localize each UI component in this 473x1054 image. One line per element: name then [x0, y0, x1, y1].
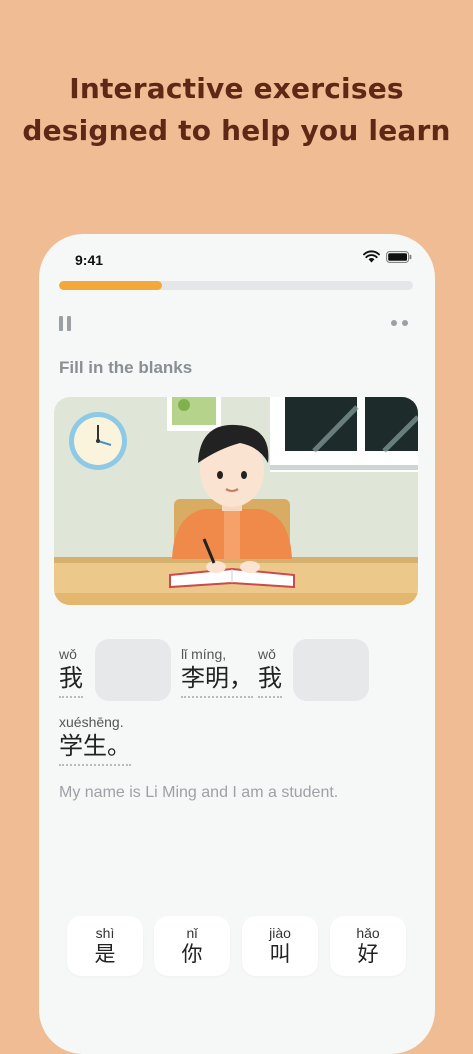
word-pinyin: wǒ	[59, 646, 77, 662]
word-pinyin: lǐ míng,	[181, 646, 227, 662]
choice-hanzi: 好	[357, 942, 379, 966]
choice-tile-hao[interactable]: hǎo 好	[330, 916, 406, 976]
choice-pinyin: shì	[95, 925, 115, 941]
word-pinyin: wǒ	[258, 646, 276, 662]
choice-hanzi: 是	[94, 942, 116, 966]
marketing-headline: Interactive exercises designed to help y…	[0, 68, 473, 152]
wifi-icon	[363, 250, 380, 263]
lesson-progress-bar	[59, 281, 413, 290]
battery-icon	[386, 251, 412, 263]
pause-icon[interactable]	[59, 316, 73, 332]
more-icon[interactable]	[391, 320, 411, 328]
headline-line-2: designed to help you learn	[22, 114, 451, 147]
sentence-translation: My name is Li Ming and I am a student.	[59, 784, 339, 801]
headline-line-1: Interactive exercises	[69, 72, 404, 105]
phone-screen: 9:41 Fill in the blanks wǒ 我 lǐ míng, 李明…	[39, 234, 435, 1054]
classroom-illustration	[54, 397, 418, 605]
word-pinyin: xuéshēng.	[59, 714, 124, 730]
choice-hanzi: 你	[181, 942, 203, 966]
choice-tile-jiao[interactable]: jiào 叫	[242, 916, 318, 976]
choice-hanzi: 叫	[269, 942, 291, 966]
sentence-word-li-ming: lǐ míng, 李明，	[181, 646, 253, 698]
choice-pinyin: nǐ	[186, 925, 198, 941]
choice-pinyin: jiào	[269, 925, 291, 941]
exercise-instruction: Fill in the blanks	[59, 358, 193, 377]
sentence-word-wo: wǒ 我	[59, 646, 83, 698]
word-hanzi: 学生。	[59, 730, 131, 766]
sentence-word-xuesheng: xuéshēng. 学生。	[59, 714, 131, 766]
word-hanzi: 我	[59, 662, 83, 698]
choice-pinyin: hǎo	[356, 925, 380, 941]
choice-tile-shi[interactable]: shì 是	[67, 916, 143, 976]
word-hanzi: 我	[258, 662, 282, 698]
lesson-progress-fill	[59, 281, 162, 290]
answer-blank-2[interactable]	[293, 639, 369, 701]
choice-tile-ni[interactable]: nǐ 你	[154, 916, 230, 976]
status-time: 9:41	[75, 252, 104, 268]
answer-blank-1[interactable]	[95, 639, 171, 701]
sentence-word-wo-2: wǒ 我	[258, 646, 282, 698]
word-hanzi: 李明，	[181, 662, 253, 698]
